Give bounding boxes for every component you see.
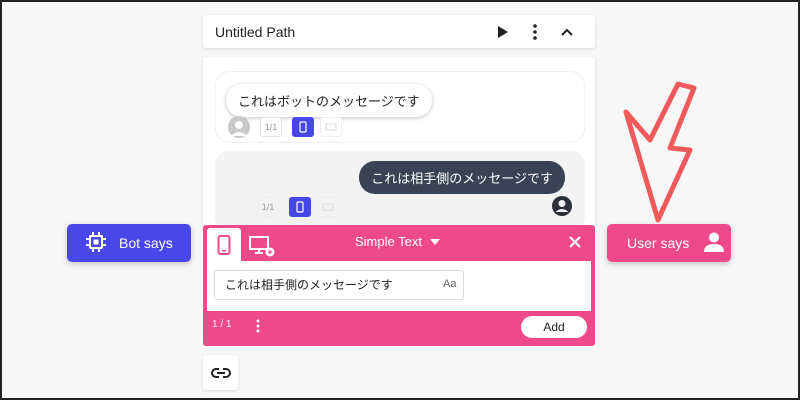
person-icon	[703, 231, 725, 256]
more-vertical-icon[interactable]	[253, 318, 263, 334]
desktop-channel-icon[interactable]	[320, 117, 342, 137]
tab-mobile[interactable]	[207, 228, 241, 261]
desktop-add-icon	[249, 236, 275, 257]
mobile-channel-icon[interactable]	[289, 197, 311, 217]
annotation-arrow-icon	[623, 81, 697, 223]
caret-down-icon	[429, 238, 440, 245]
chevron-up-icon[interactable]	[551, 20, 583, 44]
message-text-input[interactable]: これは相手側のメッセージです	[214, 270, 464, 300]
link-button[interactable]	[203, 355, 238, 390]
bot-message-block[interactable]: これはボットのメッセージです 1/1	[215, 71, 585, 143]
variant-counter: 1/1	[257, 197, 279, 217]
user-message-block[interactable]: これは相手側のメッセージです 1/1	[215, 151, 585, 231]
user-avatar-icon	[551, 195, 573, 222]
message-type-label: Simple Text	[355, 234, 422, 249]
message-type-select[interactable]: Simple Text	[355, 234, 440, 249]
user-message-controls: 1/1	[257, 197, 339, 217]
desktop-channel-icon[interactable]	[317, 197, 339, 217]
user-says-label: User says	[627, 235, 690, 251]
user-says-button[interactable]: User says	[607, 224, 731, 262]
add-button[interactable]: Add	[521, 316, 587, 338]
bot-says-button[interactable]: Bot says	[67, 224, 191, 262]
message-editor: Simple Text これは相手側のメッセージです Aa 1 / 1 Add	[203, 225, 595, 346]
variant-counter: 1/1	[260, 117, 282, 137]
bot-message-controls: 1/1	[228, 116, 342, 138]
variant-counter: 1 / 1	[212, 319, 232, 330]
text-format-icon[interactable]: Aa	[443, 278, 456, 290]
path-header: Untitled Path	[203, 15, 595, 48]
play-icon[interactable]	[487, 20, 519, 44]
mobile-icon	[217, 234, 231, 255]
close-icon[interactable]	[567, 234, 583, 250]
mobile-channel-icon[interactable]	[292, 117, 314, 137]
bot-says-label: Bot says	[119, 235, 173, 251]
tab-desktop[interactable]	[247, 233, 277, 259]
more-vertical-icon[interactable]	[519, 20, 551, 44]
user-message-bubble[interactable]: これは相手側のメッセージです	[359, 161, 565, 194]
path-title[interactable]: Untitled Path	[215, 24, 487, 40]
avatar-icon	[228, 116, 250, 138]
message-list: これはボットのメッセージです 1/1 これは相手側のメッセージです 1/1	[203, 57, 595, 232]
link-icon	[210, 367, 231, 378]
chip-icon	[85, 231, 107, 256]
bot-message-bubble[interactable]: これはボットのメッセージです	[226, 84, 432, 117]
